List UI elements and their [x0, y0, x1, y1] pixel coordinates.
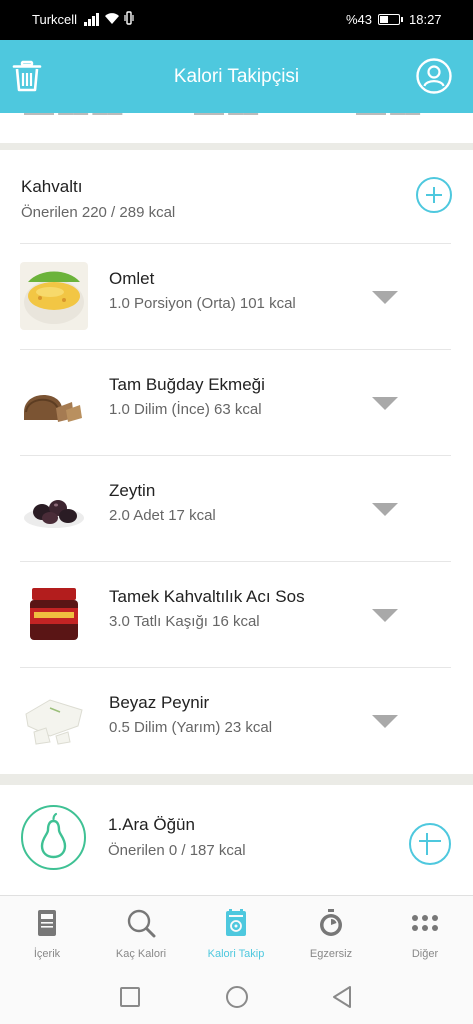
more-dots-icon: [410, 908, 440, 938]
tab-label: Egzersiz: [309, 948, 353, 960]
food-detail: 1.0 Dilim (İnce) 63 kcal: [109, 401, 262, 418]
meal-list[interactable]: —— —— —— —— —— —— —— Kahvaltı Önerilen 2…: [0, 113, 473, 895]
wifi-icon: [104, 11, 120, 28]
food-detail: 1.0 Porsiyon (Orta) 101 kcal: [109, 295, 296, 312]
white-cheese-image: [20, 686, 88, 754]
tab-kac-kalori[interactable]: Kaç Kalori: [94, 896, 188, 969]
status-bar: Turkcell %43 18:27: [0, 0, 473, 40]
page-title: Kalori Takipçisi: [173, 66, 300, 87]
food-item[interactable]: Beyaz Peynir 0.5 Dilim (Yarım) 23 kcal: [20, 667, 451, 773]
chevron-down-icon[interactable]: [372, 291, 398, 304]
tab-label: Kalori Takip: [207, 948, 265, 960]
bottom-nav: İçerik Kaç Kalori Kalori Takip Egzersiz …: [0, 895, 473, 968]
food-detail: 3.0 Tatlı Kaşığı 16 kcal: [109, 613, 260, 630]
omelette-image: [20, 262, 88, 330]
stopwatch-icon: [316, 908, 346, 938]
bread-image: [20, 368, 88, 436]
food-detail: 2.0 Adet 17 kcal: [109, 507, 216, 524]
system-nav-bar: [0, 968, 473, 1024]
search-icon: [126, 908, 156, 938]
snack-card: 1.Ara Öğün Önerilen 0 / 187 kcal: [0, 785, 473, 895]
chevron-down-icon[interactable]: [372, 397, 398, 410]
calorie-tracker-icon: [221, 908, 251, 938]
tab-label: Kaç Kalori: [115, 948, 167, 960]
tab-label: İçerik: [33, 948, 61, 960]
food-detail: 0.5 Dilim (Yarım) 23 kcal: [109, 719, 273, 736]
food-name: Tamek Kahvaltılık Acı Sos: [109, 587, 305, 606]
recent-apps-icon[interactable]: [120, 987, 140, 1007]
meal-title: Kahvaltı: [21, 177, 83, 196]
olives-image: [20, 474, 88, 542]
home-icon[interactable]: [226, 986, 248, 1008]
sauce-jar-image: [20, 580, 88, 648]
profile-icon[interactable]: [416, 58, 452, 94]
tab-kalori-takip[interactable]: Kalori Takip: [189, 896, 283, 969]
battery-percent: %43: [346, 12, 373, 27]
summary-row-partial: —— —— —— —— —— —— ——: [0, 113, 473, 143]
chevron-down-icon[interactable]: [372, 609, 398, 622]
book-icon: [32, 908, 62, 938]
pear-icon: [21, 805, 86, 870]
tab-icerik[interactable]: İçerik: [0, 896, 94, 969]
food-name: Tam Buğday Ekmeği: [109, 375, 265, 394]
back-icon[interactable]: [331, 985, 353, 1009]
app-header: Kalori Takipçisi: [0, 40, 473, 113]
chevron-down-icon[interactable]: [372, 715, 398, 728]
food-name: Beyaz Peynir: [109, 693, 210, 712]
carrier-name: Turkcell: [32, 12, 78, 27]
meal-recommended: Önerilen 220 / 289 kcal: [21, 204, 176, 221]
add-food-button[interactable]: [416, 177, 452, 213]
food-item[interactable]: Zeytin 2.0 Adet 17 kcal: [20, 455, 451, 561]
chevron-down-icon[interactable]: [372, 503, 398, 516]
tab-egzersiz[interactable]: Egzersiz: [284, 896, 378, 969]
meal-recommended: Önerilen 0 / 187 kcal: [108, 842, 246, 859]
food-item[interactable]: Tam Buğday Ekmeği 1.0 Dilim (İnce) 63 kc…: [20, 349, 451, 455]
meal-title: 1.Ara Öğün: [108, 815, 195, 834]
tab-label: Diğer: [411, 948, 439, 960]
status-time: 18:27: [409, 12, 442, 27]
vibrate-icon: [124, 11, 134, 28]
food-name: Zeytin: [109, 481, 156, 500]
signal-icon: [84, 12, 100, 26]
battery-icon: [378, 14, 403, 25]
food-name: Omlet: [109, 269, 155, 288]
add-food-button[interactable]: [409, 823, 451, 865]
food-item[interactable]: Omlet 1.0 Porsiyon (Orta) 101 kcal: [20, 243, 451, 349]
breakfast-card: Kahvaltı Önerilen 220 / 289 kcal Omlet 1…: [0, 150, 473, 774]
food-item[interactable]: Tamek Kahvaltılık Acı Sos 3.0 Tatlı Kaşı…: [20, 561, 451, 667]
tab-diger[interactable]: Diğer: [378, 896, 472, 969]
